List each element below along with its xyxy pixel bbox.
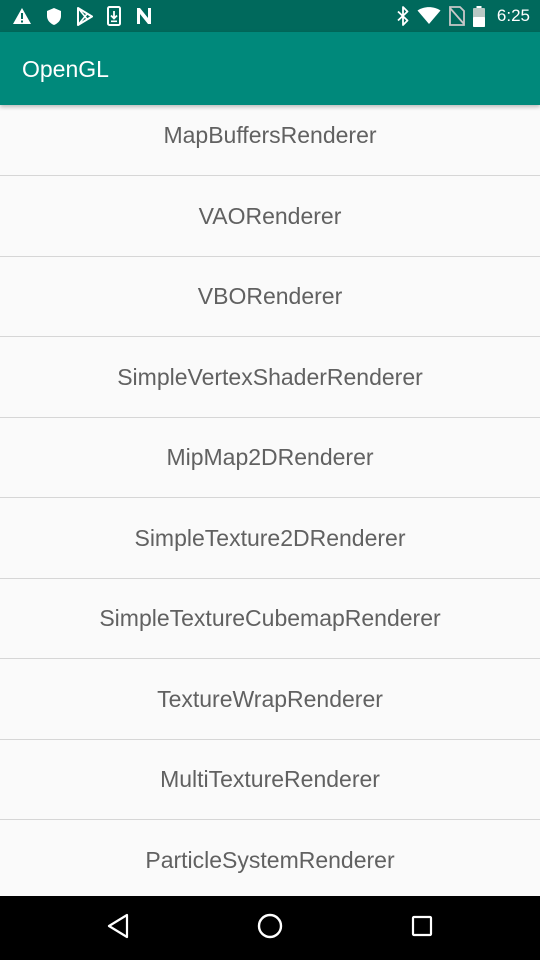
list-item-vao-renderer[interactable]: VAORenderer <box>0 176 540 257</box>
renderer-list[interactable]: MapBuffersRenderer VAORenderer VBORender… <box>0 105 540 896</box>
status-bar: 6:25 <box>0 0 540 32</box>
wifi-icon <box>417 7 441 25</box>
back-icon <box>106 913 130 944</box>
list-item-particle-system-renderer[interactable]: ParticleSystemRenderer <box>0 820 540 896</box>
notification-icons <box>12 5 153 27</box>
recents-icon <box>411 915 433 942</box>
app-bar: OpenGL <box>0 32 540 105</box>
download-icon <box>107 6 121 26</box>
no-sim-icon <box>449 6 465 26</box>
home-icon <box>257 913 283 944</box>
list-item-texture-wrap-renderer[interactable]: TextureWrapRenderer <box>0 659 540 740</box>
shield-icon <box>46 7 62 26</box>
recents-button[interactable] <box>402 908 442 948</box>
list-item-map-buffers-renderer[interactable]: MapBuffersRenderer <box>0 105 540 176</box>
play-store-icon <box>76 6 93 26</box>
battery-icon <box>472 5 485 27</box>
navigation-bar <box>0 896 540 960</box>
list-item-mipmap2d-renderer[interactable]: MipMap2DRenderer <box>0 417 540 498</box>
app-title: OpenGL <box>22 56 109 82</box>
list-item-simple-texture2d-renderer[interactable]: SimpleTexture2DRenderer <box>0 498 540 579</box>
bluetooth-icon <box>397 6 409 26</box>
list-item-simple-texture-cubemap-renderer[interactable]: SimpleTextureCubemapRenderer <box>0 578 540 659</box>
list-item-multi-texture-renderer[interactable]: MultiTextureRenderer <box>0 739 540 820</box>
system-status-icons: 6:25 <box>397 5 530 27</box>
list-item-vbo-renderer[interactable]: VBORenderer <box>0 256 540 337</box>
warning-icon <box>12 7 32 25</box>
home-button[interactable] <box>250 908 290 948</box>
n-icon <box>135 7 153 25</box>
list-item-simple-vertex-shader-renderer[interactable]: SimpleVertexShaderRenderer <box>0 337 540 418</box>
back-button[interactable] <box>98 908 138 948</box>
status-time: 6:25 <box>496 6 530 25</box>
